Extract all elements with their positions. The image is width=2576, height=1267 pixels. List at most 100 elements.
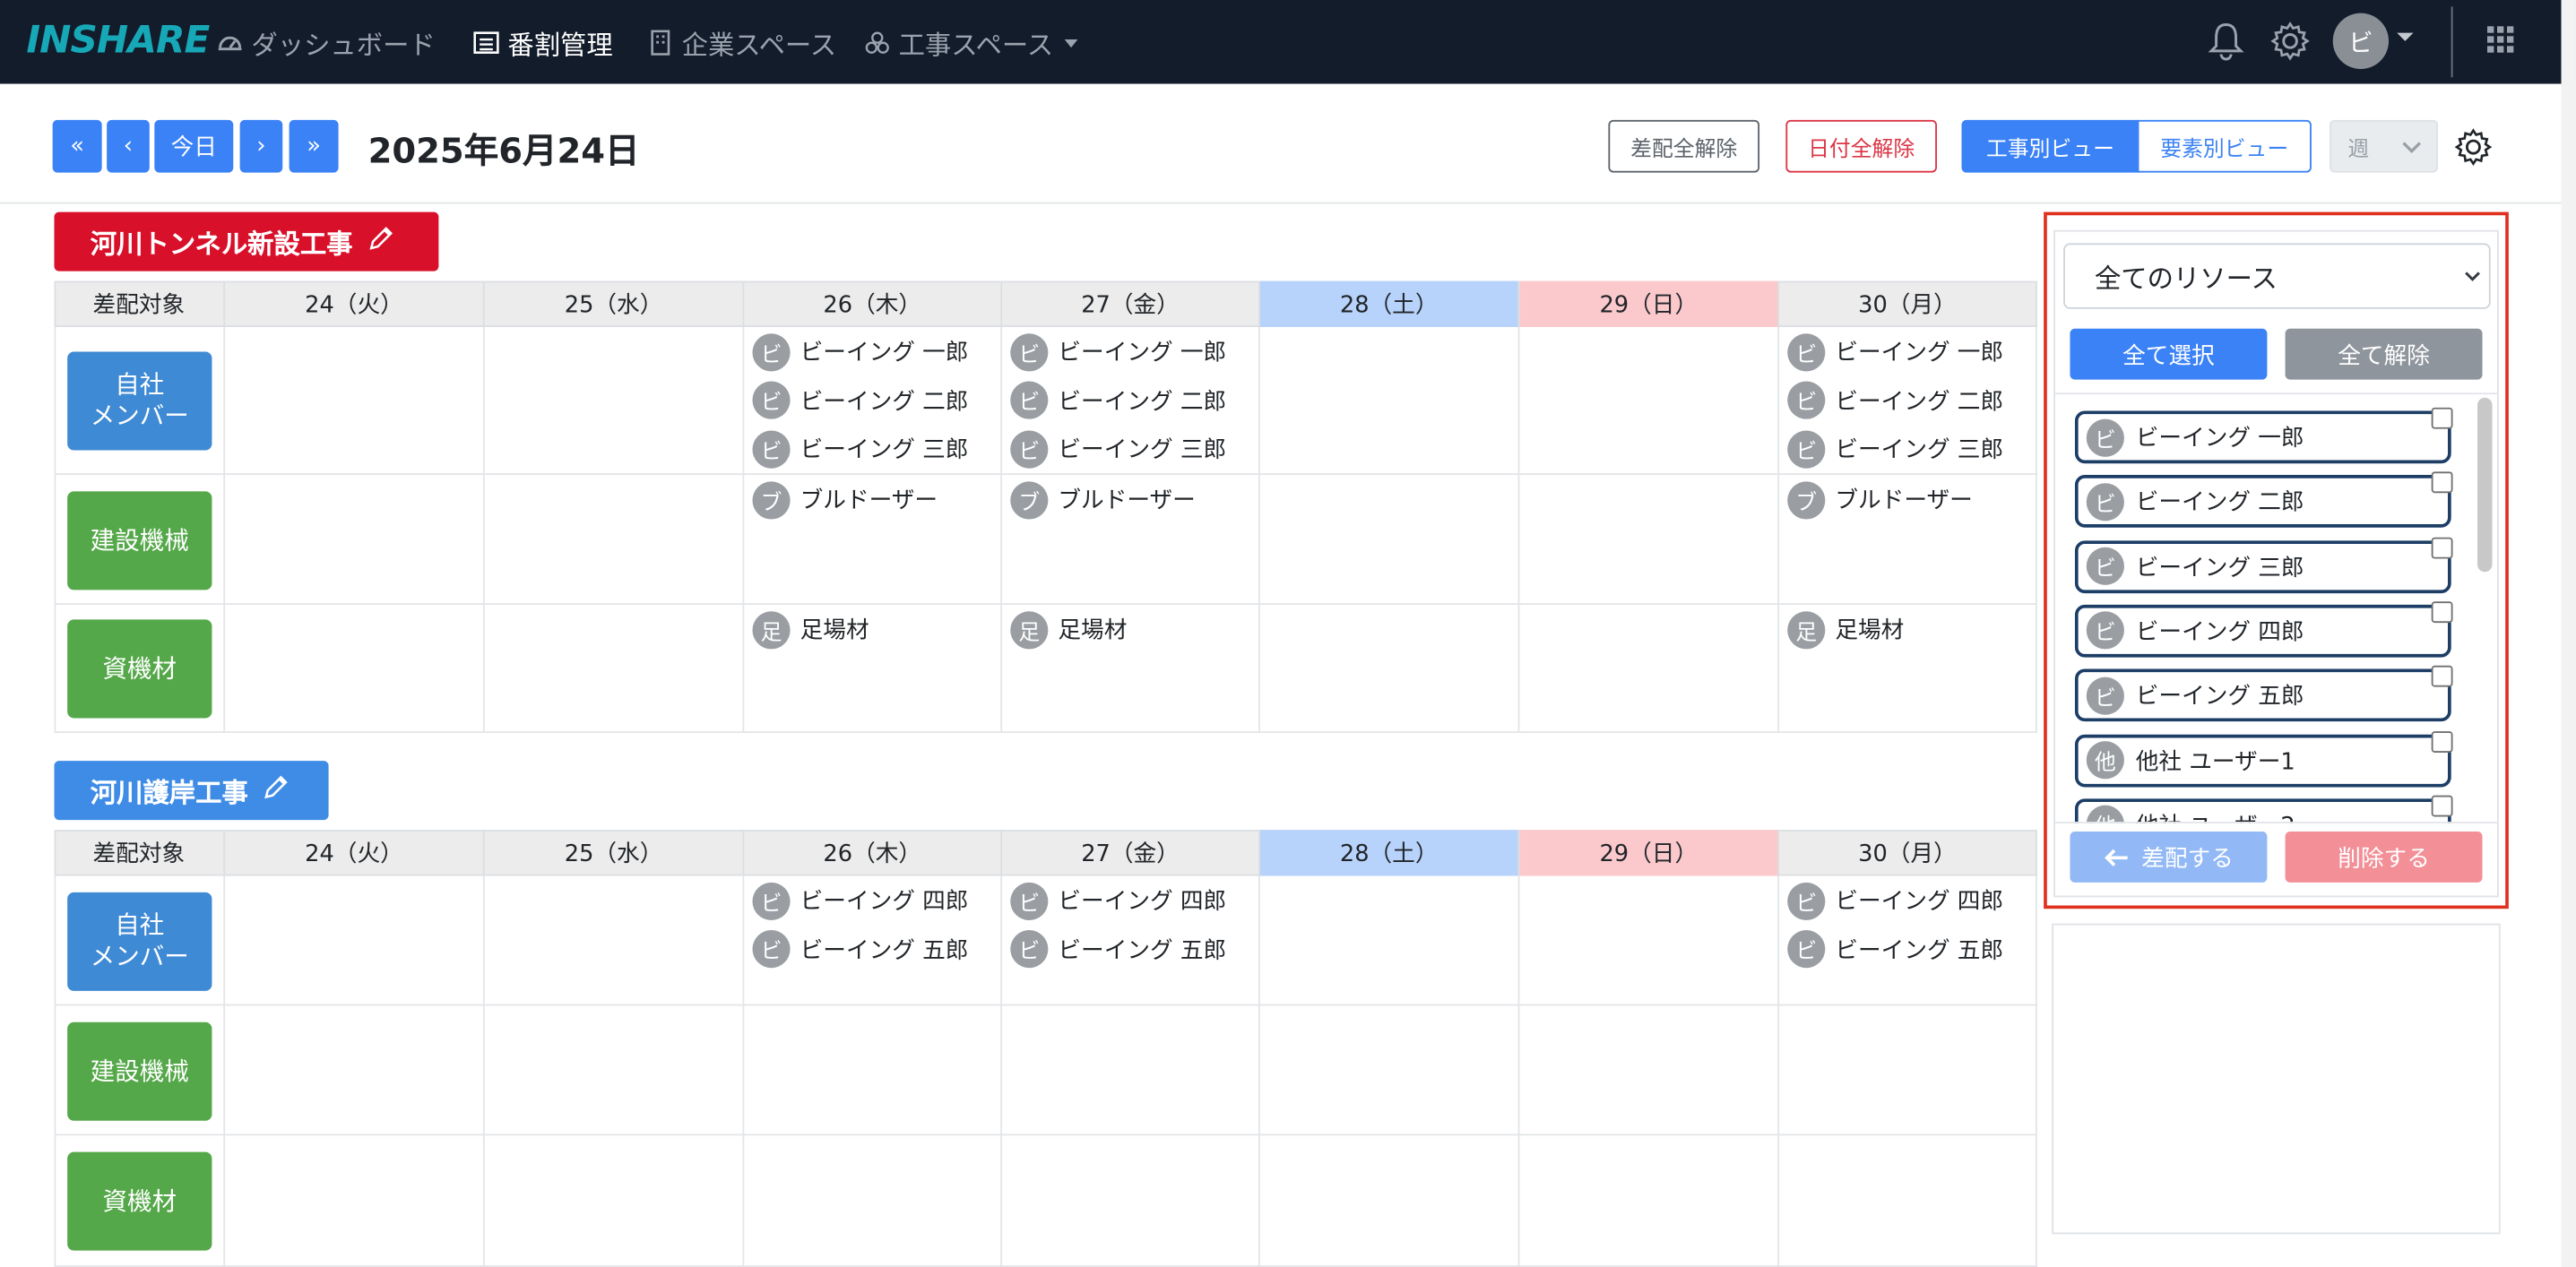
project-title[interactable]: 河川護岸工事 [54, 761, 329, 821]
resource-chip[interactable]: 足足場材 [1787, 609, 1904, 649]
bell-icon[interactable] [2208, 22, 2244, 61]
resource-chip[interactable]: ビビーイング 四郎 [1010, 881, 1226, 920]
schedule-cell[interactable] [1259, 1135, 1520, 1267]
row-label-members[interactable]: 自社 メンバー [67, 892, 212, 991]
prev-button[interactable]: ‹ [107, 119, 150, 173]
day-column-header[interactable]: 30（月） [1779, 830, 2037, 876]
schedule-cell[interactable] [1519, 326, 1780, 476]
window-scrollbar[interactable] [2561, 0, 2576, 1267]
schedule-cell[interactable] [1002, 1135, 1260, 1267]
row-label-materials[interactable]: 資機材 [67, 1151, 212, 1251]
schedule-cell[interactable] [1519, 1005, 1780, 1136]
day-column-header[interactable]: 26（木） [744, 280, 1003, 327]
pencil-icon[interactable] [366, 224, 393, 259]
schedule-cell[interactable] [1779, 1135, 2037, 1267]
schedule-cell[interactable] [1519, 1135, 1780, 1267]
resource-chip[interactable]: ビビーイング 三郎 [1010, 429, 1226, 469]
schedule-cell[interactable] [1002, 1005, 1260, 1136]
schedule-cell[interactable] [1259, 875, 1520, 1006]
schedule-cell[interactable] [1259, 604, 1520, 733]
nav-assignment[interactable]: 番割管理 [473, 23, 613, 63]
schedule-cell[interactable] [225, 326, 485, 476]
clear-all-dates-button[interactable]: 日付全解除 [1785, 119, 1937, 173]
resource-chip[interactable]: ビビーイング 二郎 [752, 381, 968, 420]
schedule-cell[interactable] [484, 875, 745, 1006]
project-view-button[interactable]: 工事別ビュー [1961, 119, 2139, 173]
resource-chip[interactable]: ビビーイング 一郎 [1010, 332, 1226, 371]
resource-chip[interactable]: 足足場材 [1010, 609, 1127, 649]
resource-chip[interactable]: ビビーイング 一郎 [1787, 332, 2003, 371]
day-column-header[interactable]: 28（土） [1259, 280, 1520, 327]
nav-construction-space[interactable]: 工事スペース [864, 23, 1078, 63]
clear-all-dispatch-button[interactable]: 差配全解除 [1608, 119, 1760, 173]
resource-chip[interactable]: ビビーイング 三郎 [1787, 429, 2003, 469]
settings-gear-icon[interactable] [2454, 128, 2493, 166]
schedule-cell[interactable] [484, 475, 745, 605]
delete-button[interactable]: 削除する [2285, 832, 2483, 883]
user-menu-chevron-icon[interactable] [2397, 32, 2414, 41]
resource-chip[interactable]: ビビーイング 二郎 [1787, 381, 2003, 420]
day-column-header[interactable]: 27（金） [1002, 830, 1260, 876]
resource-chip[interactable]: ビビーイング 二郎 [1010, 381, 1226, 420]
schedule-cell[interactable] [225, 1135, 485, 1267]
resource-chip[interactable]: ビビーイング 一郎 [752, 332, 968, 371]
nav-company-space[interactable]: 企業スペース [647, 23, 836, 63]
resource-chip[interactable]: ブブルドーザー [752, 480, 938, 520]
schedule-cell[interactable] [1779, 1005, 2037, 1136]
next-button[interactable]: › [239, 119, 283, 173]
resource-chip[interactable]: ビビーイング 五郎 [1010, 929, 1226, 969]
day-column-header[interactable]: 29（日） [1519, 830, 1780, 876]
gear-icon[interactable] [2270, 22, 2310, 61]
dispatch-button[interactable]: 差配する [2070, 832, 2268, 883]
resource-chip[interactable]: ビビーイング 三郎 [752, 429, 968, 469]
row-label-machines[interactable]: 建設機械 [67, 1021, 212, 1121]
app-logo[interactable]: INSHARE [26, 20, 210, 63]
today-button[interactable]: 今日 [154, 119, 234, 173]
first-page-button[interactable]: « [52, 119, 102, 173]
day-column-header[interactable]: 30（月） [1779, 280, 2037, 327]
project-title[interactable]: 河川トンネル新設工事 [54, 211, 439, 272]
schedule-cell[interactable] [744, 1005, 1003, 1136]
resource-filter-select[interactable]: 全てのリソース [2063, 243, 2491, 309]
last-page-button[interactable]: » [289, 119, 339, 173]
resource-list-scrollbar[interactable] [2477, 397, 2493, 573]
schedule-cell[interactable] [225, 875, 485, 1006]
element-view-button[interactable]: 要素別ビュー [2137, 119, 2312, 173]
day-column-header[interactable]: 25（水） [485, 830, 745, 876]
row-label-machines[interactable]: 建設機械 [67, 491, 212, 590]
schedule-cell[interactable] [1259, 475, 1520, 605]
row-label-members[interactable]: 自社 メンバー [67, 351, 212, 451]
row-label-materials[interactable]: 資機材 [67, 619, 212, 719]
day-column-header[interactable]: 24（火） [225, 830, 485, 876]
day-column-header[interactable]: 25（水） [485, 280, 745, 327]
day-column-header[interactable]: 27（金） [1002, 280, 1260, 327]
schedule-cell[interactable] [1259, 326, 1520, 476]
resource-chip[interactable]: 足足場材 [752, 609, 869, 649]
day-column-header[interactable]: 28（土） [1259, 830, 1520, 876]
day-column-header[interactable]: 26（木） [744, 830, 1003, 876]
day-column-header[interactable]: 29（日） [1519, 280, 1780, 327]
day-column-header[interactable]: 24（火） [225, 280, 485, 327]
schedule-cell[interactable] [1519, 875, 1780, 1006]
schedule-cell[interactable] [1519, 604, 1780, 733]
schedule-cell[interactable] [225, 604, 485, 733]
period-select[interactable]: 週 [2330, 119, 2439, 173]
select-all-button[interactable]: 全て選択 [2070, 328, 2268, 380]
schedule-cell[interactable] [484, 1005, 745, 1136]
resource-chip[interactable]: ブブルドーザー [1010, 480, 1196, 520]
schedule-cell[interactable] [225, 1005, 485, 1136]
pencil-icon[interactable] [261, 773, 289, 808]
resource-chip[interactable]: ビビーイング 四郎 [1787, 881, 2003, 920]
schedule-cell[interactable] [484, 326, 745, 476]
resource-chip[interactable]: ブブルドーザー [1787, 480, 1973, 520]
nav-dashboard[interactable]: ダッシュボード [217, 23, 436, 63]
schedule-cell[interactable] [1519, 475, 1780, 605]
apps-grid-icon[interactable] [2485, 25, 2515, 55]
schedule-cell[interactable] [225, 475, 485, 605]
schedule-cell[interactable] [744, 1135, 1003, 1267]
schedule-cell[interactable] [484, 1135, 745, 1267]
resource-chip[interactable]: ビビーイング 四郎 [752, 881, 968, 920]
schedule-cell[interactable] [484, 604, 745, 733]
schedule-cell[interactable] [1259, 1005, 1520, 1136]
resource-chip[interactable]: ビビーイング 五郎 [752, 929, 968, 969]
